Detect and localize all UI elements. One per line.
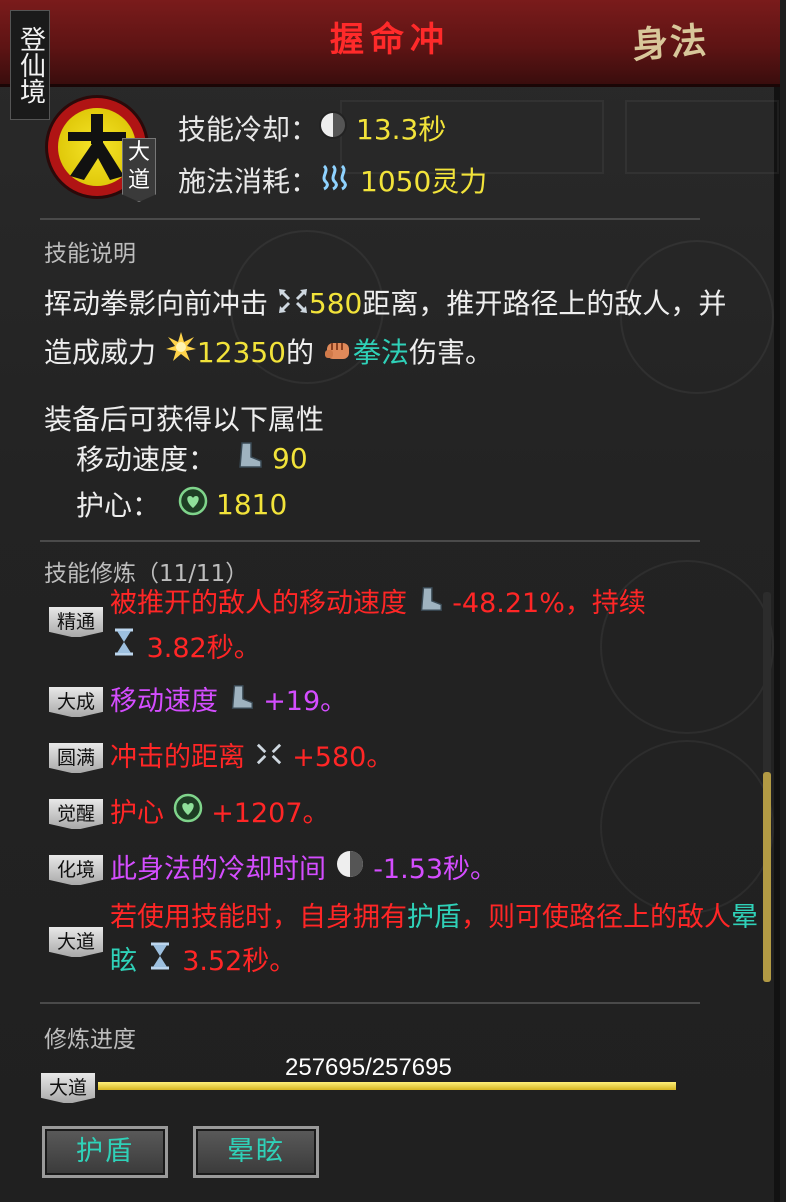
cooldown-row: 技能冷却： 13.3秒 xyxy=(178,108,446,148)
level-tag: 精通 xyxy=(48,606,104,638)
level-tag: 觉醒 xyxy=(48,798,104,830)
effect-text: ，则可使路径上的敌人 xyxy=(461,902,731,933)
training-effect-mastery: 被推开的敌人的移动速度 -48.21%，持续 3.82秒。 xyxy=(110,582,770,671)
effect-text: 若使用技能时，自身拥有 xyxy=(110,902,407,933)
description-text: 挥动拳影向前冲击 xyxy=(44,287,269,320)
boot-icon xyxy=(416,583,444,627)
training-effect-dao: 若使用技能时，自身拥有护盾，则可使路径上的敌人晕眩 3.52秒。 xyxy=(110,896,770,985)
progress-text: 257695/257695 xyxy=(285,1054,452,1081)
damage-type: 拳法 xyxy=(352,335,409,369)
heart-shield-icon xyxy=(173,793,203,837)
scrollbar[interactable] xyxy=(763,592,771,982)
power-burst-icon xyxy=(165,330,197,377)
training-effect-perfect: 冲击的距离 +580。 xyxy=(110,736,770,781)
heart-shield-icon xyxy=(178,486,208,523)
boot-icon xyxy=(227,681,255,725)
attribute-heart-guard: 护心： 1810 xyxy=(76,484,287,524)
progress-grade-tag: 大道 xyxy=(40,1072,96,1104)
distance-icon xyxy=(277,282,309,329)
training-effect-awaken: 护心 +1207。 xyxy=(110,792,770,837)
power-value: 12350 xyxy=(196,335,286,369)
attribute-move-speed: 移动速度： 90 xyxy=(76,438,308,478)
progress-bar xyxy=(98,1082,676,1090)
training-effect-transcend: 此身法的冷却时间 -1.53秒。 xyxy=(110,848,770,893)
fist-icon xyxy=(323,330,353,377)
divider xyxy=(40,1002,700,1004)
effect-value: +1207。 xyxy=(211,798,330,829)
description-title: 技能说明 xyxy=(44,241,136,267)
title-bar: 握命冲 身法 xyxy=(0,0,780,87)
spirit-icon xyxy=(318,162,352,199)
stun-keyword-button[interactable]: 晕眩 xyxy=(193,1126,319,1178)
effect-text: 冲击的距离 xyxy=(110,742,245,773)
divider xyxy=(40,218,700,220)
scrollbar-thumb[interactable] xyxy=(763,772,771,982)
clock-icon xyxy=(335,849,365,893)
cooldown-value: 13.3秒 xyxy=(356,113,447,146)
effect-text: 此身法的冷却时间 xyxy=(110,854,326,885)
effect-value: +580。 xyxy=(292,742,394,773)
attribute-value: 1810 xyxy=(216,487,288,521)
attribute-label: 护心： xyxy=(76,489,161,522)
effect-text: 移动速度 xyxy=(110,686,218,717)
distance-value: 580 xyxy=(308,287,363,320)
cost-value: 1050灵力 xyxy=(360,165,488,198)
shield-keyword: 护盾 xyxy=(407,902,461,933)
realm-tag: 登仙境 xyxy=(10,10,50,120)
training-effect-great: 移动速度 +19。 xyxy=(110,680,770,725)
description-text: 伤害。 xyxy=(408,335,493,369)
clock-icon xyxy=(318,110,348,147)
distance-icon xyxy=(254,737,284,781)
progress-fill xyxy=(98,1082,676,1090)
hourglass-icon xyxy=(146,941,174,985)
cooldown-label: 技能冷却： xyxy=(178,113,319,146)
level-tag: 大成 xyxy=(48,686,104,718)
effect-text: 被推开的敌人的移动速度 xyxy=(110,588,407,619)
level-tag: 化境 xyxy=(48,854,104,886)
grade-tag: 大道 xyxy=(122,138,156,202)
cost-label: 施法消耗： xyxy=(178,165,319,198)
progress-title: 修炼进度 xyxy=(44,1027,136,1053)
skill-description: 挥动拳影向前冲击 580距离，推开路径上的敌人，并造成威力 12350的 拳法伤… xyxy=(44,280,734,377)
effect-value: 3.82秒。 xyxy=(146,632,261,664)
skill-type-badge: 身法 xyxy=(630,19,710,67)
attributes-heading: 装备后可获得以下属性 xyxy=(44,403,325,436)
effect-value: -1.53秒。 xyxy=(373,854,498,885)
effect-value: +19。 xyxy=(263,686,348,717)
shield-keyword-button[interactable]: 护盾 xyxy=(42,1126,168,1178)
hourglass-icon xyxy=(110,627,138,671)
skill-tooltip-panel: 握命冲 身法 登仙境 大道 技能冷却： 13.3秒 施法消耗： 1050灵力 技… xyxy=(0,0,780,1202)
effect-text: 护心 xyxy=(110,798,164,829)
attribute-value: 90 xyxy=(272,441,308,475)
cost-row: 施法消耗： 1050灵力 xyxy=(178,160,487,200)
description-text: 的 xyxy=(286,335,315,369)
effect-value: -48.21%，持续 xyxy=(452,588,646,619)
background-decoration xyxy=(625,100,779,174)
attribute-label: 移动速度： xyxy=(76,443,217,476)
divider xyxy=(40,540,700,542)
level-tag: 圆满 xyxy=(48,742,104,774)
boot-icon xyxy=(234,440,264,477)
effect-value: 3.52秒。 xyxy=(182,946,297,977)
level-tag: 大道 xyxy=(48,926,104,958)
